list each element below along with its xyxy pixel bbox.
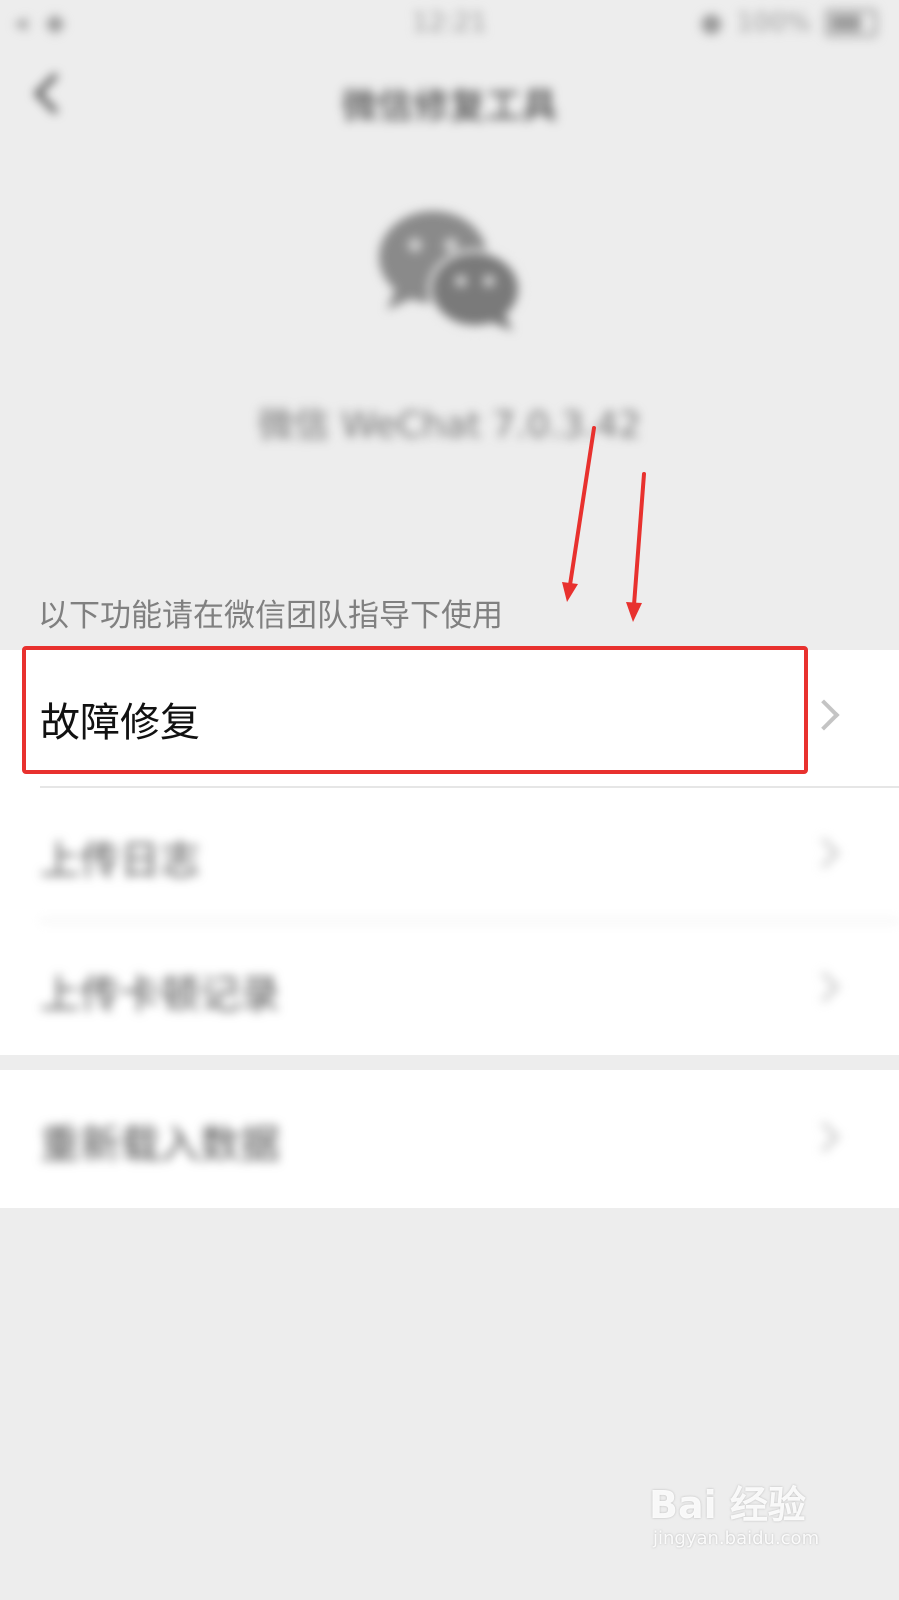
list-item-label: 上传卡顿记录 bbox=[40, 972, 280, 1018]
watermark-brand: Bai 经验 bbox=[649, 1483, 806, 1527]
watermark-site: jingyan.baidu.com bbox=[653, 1528, 820, 1549]
list-item-upload-log[interactable]: 上传日志 bbox=[0, 788, 899, 922]
list-item-fault-repair[interactable]: 故障修复 bbox=[0, 650, 899, 784]
list-item-label: 上传日志 bbox=[40, 838, 200, 884]
wechat-logo-icon bbox=[379, 211, 522, 331]
settings-list-group: 故障修复 上传日志 上传卡顿记录 bbox=[0, 650, 899, 1055]
list-item-label: 重新载入数据 bbox=[40, 1122, 280, 1168]
alarm-icon: ● bbox=[699, 8, 723, 38]
battery-icon bbox=[825, 9, 877, 37]
list-item-label: 故障修复 bbox=[40, 700, 200, 746]
chevron-right-icon bbox=[808, 837, 840, 869]
status-bar: ◂ ◆ 12:21 ● 100% bbox=[0, 0, 899, 48]
list-item-upload-lag-record[interactable]: 上传卡顿记录 bbox=[0, 922, 899, 1056]
section-hint: 以下功能请在微信团队指导下使用 bbox=[38, 598, 503, 634]
app-version: 微信 WeChat 7.0.3.42 bbox=[257, 405, 642, 446]
nav-bar: 微信修复工具 bbox=[0, 55, 899, 145]
baidu-watermark: Bai 经验 jingyan.baidu.com bbox=[649, 1470, 859, 1560]
settings-list-group: 重新载入数据 bbox=[0, 1070, 899, 1208]
screen: ◂ ◆ 12:21 ● 100% 微信修复工具 微信 WeChat 7.0.3.… bbox=[0, 0, 899, 1600]
battery-percent: 100% bbox=[736, 8, 811, 38]
chevron-right-icon bbox=[808, 1121, 840, 1153]
list-item-reload-data[interactable]: 重新载入数据 bbox=[0, 1072, 899, 1206]
chevron-right-icon bbox=[808, 699, 840, 731]
page-title: 微信修复工具 bbox=[341, 86, 558, 127]
chevron-right-icon bbox=[808, 971, 840, 1003]
